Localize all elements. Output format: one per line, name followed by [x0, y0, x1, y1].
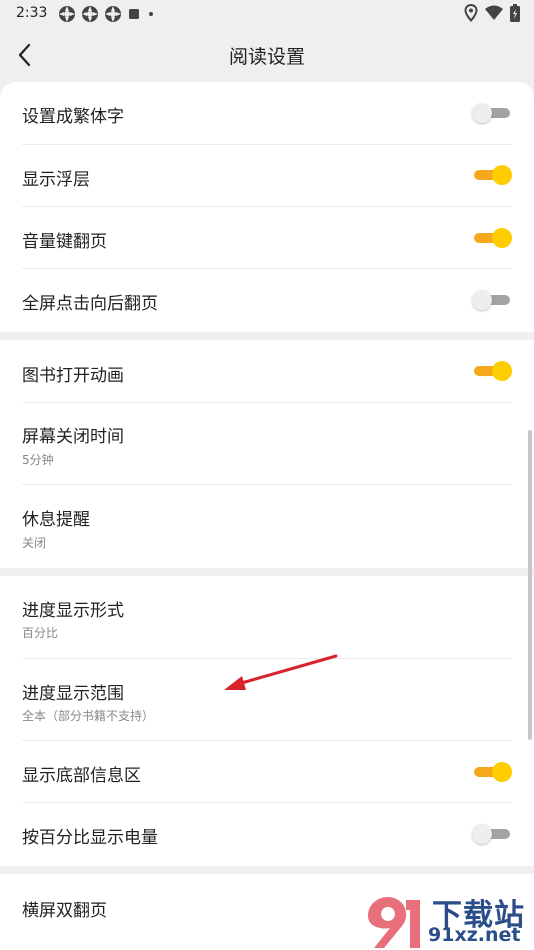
- watermark-logo: 下载站 91xz.net: [362, 890, 534, 950]
- setting-label: 休息提醒: [22, 510, 90, 530]
- setting-screen-off-time[interactable]: 屏幕关闭时间 5分钟: [22, 402, 512, 484]
- wifi-icon: [485, 5, 503, 20]
- setting-label: 音量键翻页: [22, 232, 107, 252]
- setting-value: 全本（部分书籍不支持）: [22, 709, 155, 723]
- setting-label: 显示浮层: [22, 170, 90, 190]
- watermark-site: 91xz.net: [428, 924, 521, 946]
- system-icons: [464, 4, 520, 22]
- setting-label: 进度显示范围: [22, 684, 124, 704]
- toggle-switch-off[interactable]: [472, 289, 512, 311]
- setting-fullscreen-tap-forward[interactable]: 全屏点击向后翻页: [22, 268, 512, 332]
- setting-rest-reminder[interactable]: 休息提醒 关闭: [22, 484, 512, 568]
- toggle-switch-off[interactable]: [472, 823, 512, 845]
- setting-show-bottom-info[interactable]: 显示底部信息区: [22, 740, 512, 802]
- setting-battery-percent[interactable]: 按百分比显示电量: [22, 802, 512, 866]
- status-time: 2:33: [16, 5, 48, 21]
- logo-mark-icon: [368, 896, 420, 948]
- setting-value: 关闭: [22, 536, 47, 550]
- setting-label: 显示底部信息区: [22, 766, 141, 786]
- square-app-icon: [129, 9, 139, 19]
- dot-icon: [149, 12, 153, 16]
- setting-label: 按百分比显示电量: [22, 828, 158, 848]
- setting-volume-key-page[interactable]: 音量键翻页: [22, 206, 512, 268]
- setting-label: 设置成繁体字: [22, 107, 124, 127]
- settings-group-2: 图书打开动画 屏幕关闭时间 5分钟 休息提醒 关闭: [0, 340, 534, 568]
- toggle-switch-on[interactable]: [472, 164, 512, 186]
- setting-traditional-chinese[interactable]: 设置成繁体字: [22, 82, 512, 144]
- setting-book-open-animation[interactable]: 图书打开动画: [22, 340, 512, 402]
- annotation-arrow: [224, 654, 338, 690]
- toggle-switch-on[interactable]: [472, 360, 512, 382]
- setting-label: 进度显示形式: [22, 601, 124, 621]
- status-bar: 2:33: [0, 0, 534, 28]
- settings-group-3: 进度显示形式 百分比 进度显示范围 全本（部分书籍不支持） 显示底部信息区 按百…: [0, 576, 534, 866]
- setting-label: 屏幕关闭时间: [22, 427, 124, 447]
- gear-app-icon: [59, 6, 75, 22]
- gear-app-icon: [105, 6, 121, 22]
- settings-group-1: 设置成繁体字 显示浮层 音量键翻页 全屏点击向后翻页: [0, 82, 534, 332]
- setting-value: 百分比: [22, 626, 59, 640]
- battery-icon: [510, 4, 520, 22]
- toggle-switch-on[interactable]: [472, 227, 512, 249]
- gear-app-icon: [82, 6, 98, 22]
- scrollbar[interactable]: [528, 430, 532, 740]
- setting-show-overlay[interactable]: 显示浮层: [22, 144, 512, 206]
- toggle-switch-off[interactable]: [472, 102, 512, 124]
- toggle-switch-on[interactable]: [472, 761, 512, 783]
- setting-label: 图书打开动画: [22, 366, 124, 386]
- setting-value: 5分钟: [22, 453, 54, 467]
- page-title: 阅读设置: [228, 46, 305, 68]
- setting-progress-format[interactable]: 进度显示形式 百分比: [22, 576, 512, 658]
- location-icon: [464, 4, 478, 22]
- notification-icons: [58, 5, 156, 23]
- setting-label: 横屏双翻页: [22, 901, 107, 921]
- title-bar: 阅读设置: [0, 28, 534, 82]
- setting-label: 全屏点击向后翻页: [22, 294, 158, 314]
